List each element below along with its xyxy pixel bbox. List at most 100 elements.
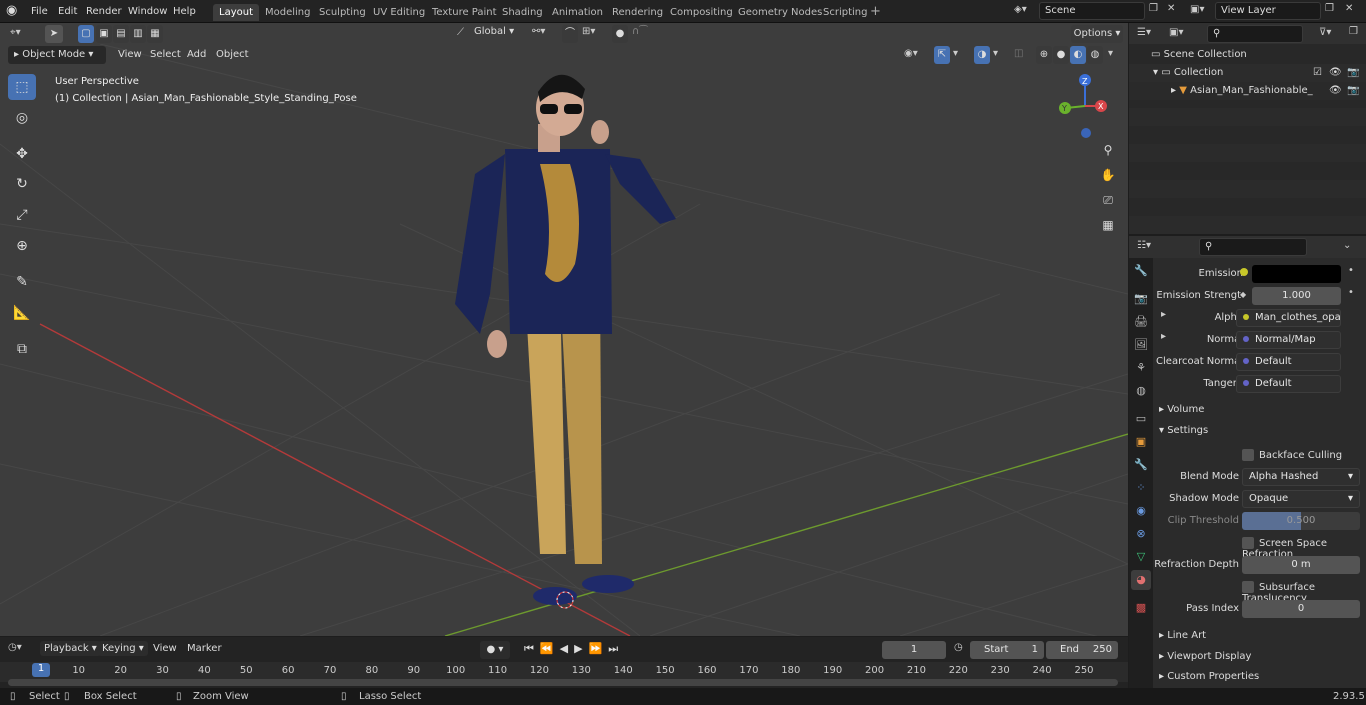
select-invert-icon[interactable]: ▥ [130,25,146,43]
zoom-icon[interactable]: ⚲ [1096,138,1120,162]
alpha-expand-icon[interactable]: ▸ [1161,309,1166,320]
outliner-editor-icon[interactable]: ☰▾ [1137,27,1151,38]
gizmo-toggle-icon[interactable]: ⇱ [934,46,950,64]
data-tab-icon[interactable]: ▽ [1131,547,1151,567]
scene-tab-icon[interactable]: ⚘ [1131,358,1151,378]
current-frame-field[interactable]: 1 [882,641,946,659]
mode-dropdown[interactable]: ▸ Object Mode ▾ [8,46,106,64]
view-layer-field[interactable]: View Layer [1215,2,1321,20]
rotate-tool-icon[interactable]: ↻ [8,171,36,197]
scale-tool-icon[interactable]: ⤢ [8,202,36,228]
clearcoat-field[interactable]: Default [1236,353,1341,371]
blender-logo-icon[interactable]: ◉ [6,3,22,19]
properties-search-input[interactable]: ⚲ [1199,238,1307,256]
camera-view-icon[interactable]: ⎚ [1096,188,1120,212]
emission-strength-field[interactable]: 1.000 [1252,287,1341,305]
proportional-edit-icon[interactable]: ● [612,25,628,43]
physics-tab-icon[interactable]: ◉ [1131,501,1151,521]
options-button[interactable]: Options ▾ [1071,25,1123,43]
new-view-layer-icon[interactable]: ❐ [1325,3,1334,14]
cursor-tool-icon[interactable]: ◎ [8,105,36,131]
prev-keyframe-icon[interactable]: ⏪ [540,642,560,655]
add-cube-tool-icon[interactable]: ⧉ [8,336,36,362]
menu-help[interactable]: Help [169,3,200,20]
menu-add[interactable]: Add [187,49,206,60]
normal-expand-icon[interactable]: ▸ [1161,331,1166,342]
expand-object-icon[interactable]: ▸ [1171,85,1176,96]
pivot-icon[interactable]: ⚯▾ [532,26,545,37]
normal-field[interactable]: Normal/Map [1236,331,1341,349]
scene-collection-row[interactable]: ▭ Scene Collection [1151,46,1361,64]
visibility-icon[interactable]: ◉▾ [904,48,918,59]
annotate-tool-icon[interactable]: ✎ [8,269,36,295]
pan-hand-icon[interactable]: ✋ [1096,163,1120,187]
overlay-dropdown-icon[interactable]: ▾ [993,48,998,59]
select-new-icon[interactable]: ▢ [78,25,94,43]
material-tab-icon[interactable]: ◕ [1131,570,1151,590]
collection-checkbox[interactable]: ☑ [1313,64,1322,82]
editor-type-icon[interactable]: ⌖▾ [10,27,21,38]
properties-options-icon[interactable]: ⌄ [1343,240,1351,251]
new-collection-icon[interactable]: ❐ [1349,26,1358,37]
next-keyframe-icon[interactable]: ⏩ [589,642,609,655]
tab-animation[interactable]: Animation [546,4,609,21]
expand-collection-icon[interactable]: ▾ [1153,67,1158,78]
particles-tab-icon[interactable]: ⁘ [1131,478,1151,498]
menu-window[interactable]: Window [124,3,171,20]
play-icon[interactable]: ▶ [574,642,588,655]
line-art-section-header[interactable]: ▸ Line Art [1159,626,1359,646]
object-render-icon[interactable]: 📷 [1347,82,1359,100]
start-frame-field[interactable]: Start 1 [970,641,1044,659]
rendered-shading-icon[interactable]: ◍ [1087,46,1103,64]
alpha-texture-field[interactable]: Man_clothes_opacit... [1236,309,1341,327]
playback-menu[interactable]: Playback ▾ [40,641,101,656]
refraction-depth-field[interactable]: 0 m [1242,556,1360,574]
view-layer-icon[interactable]: ▣▾ [1190,4,1204,15]
constraints-tab-icon[interactable]: ⊗ [1131,524,1151,544]
tab-layout[interactable]: Layout [213,4,259,21]
play-reverse-icon[interactable]: ◀ [560,642,574,655]
tab-sculpting[interactable]: Sculpting [313,4,372,21]
marker-menu[interactable]: Marker [187,643,222,654]
transform-orientation-dropdown[interactable]: Global ▾ [474,26,524,37]
measure-tool-icon[interactable]: 📐 [8,300,36,326]
move-tool-icon[interactable]: ✥ [8,141,36,167]
overlay-toggle-icon[interactable]: ◑ [974,46,990,64]
volume-section-header[interactable]: ▸ Volume [1159,400,1359,420]
select-box-tool-icon[interactable]: ⬚ [8,74,36,100]
shading-dropdown-icon[interactable]: ▾ [1108,48,1113,59]
settings-section-header[interactable]: ▾ Settings [1159,421,1359,441]
tab-scripting[interactable]: Scripting [817,4,873,21]
solid-shading-icon[interactable]: ● [1053,46,1069,64]
character-model[interactable] [455,74,676,605]
output-tab-icon[interactable]: 🖨 [1131,312,1151,332]
end-frame-field[interactable]: End 250 [1046,641,1118,659]
viewport-display-section-header[interactable]: ▸ Viewport Display [1159,647,1359,667]
transform-tool-icon[interactable]: ⊕ [8,233,36,259]
tab-compositing[interactable]: Compositing [664,4,739,21]
strength-keyframe-icon[interactable]: • [1348,287,1354,298]
delete-view-layer-icon[interactable]: ✕ [1345,3,1353,14]
outliner-search-input[interactable]: ⚲ [1207,25,1303,43]
ortho-grid-icon[interactable]: ▦ [1096,213,1120,237]
scene-field[interactable]: Scene [1039,2,1145,20]
jump-start-icon[interactable]: ⏮ [524,642,540,655]
tab-geometry-nodes[interactable]: Geometry Nodes [732,4,828,21]
scene-icon[interactable]: ◈▾ [1014,4,1027,15]
object-visibility-icon[interactable]: 👁 [1329,82,1342,100]
pass-index-field[interactable]: 0 [1242,600,1360,618]
tab-rendering[interactable]: Rendering [606,4,669,21]
emission-keyframe-icon[interactable]: • [1348,265,1354,276]
properties-editor-icon[interactable]: ☷▾ [1137,240,1151,251]
menu-select[interactable]: Select [150,49,181,60]
filter-icon[interactable]: ⊽▾ [1319,27,1331,38]
tab-modeling[interactable]: Modeling [259,4,317,21]
strength-socket-icon[interactable]: ◆ [1240,290,1246,299]
timeline-view-menu[interactable]: View [153,643,177,654]
collection-tab-icon[interactable]: ▭ [1131,409,1151,429]
object-tab-icon[interactable]: ▣ [1131,432,1151,452]
add-workspace-icon[interactable]: + [870,5,881,19]
custom-properties-section-header[interactable]: ▸ Custom Properties [1159,667,1359,687]
menu-object[interactable]: Object [216,49,249,60]
object-row[interactable]: ▸ ▼ Asian_Man_Fashionable_ 👁 📷 [1129,82,1366,100]
